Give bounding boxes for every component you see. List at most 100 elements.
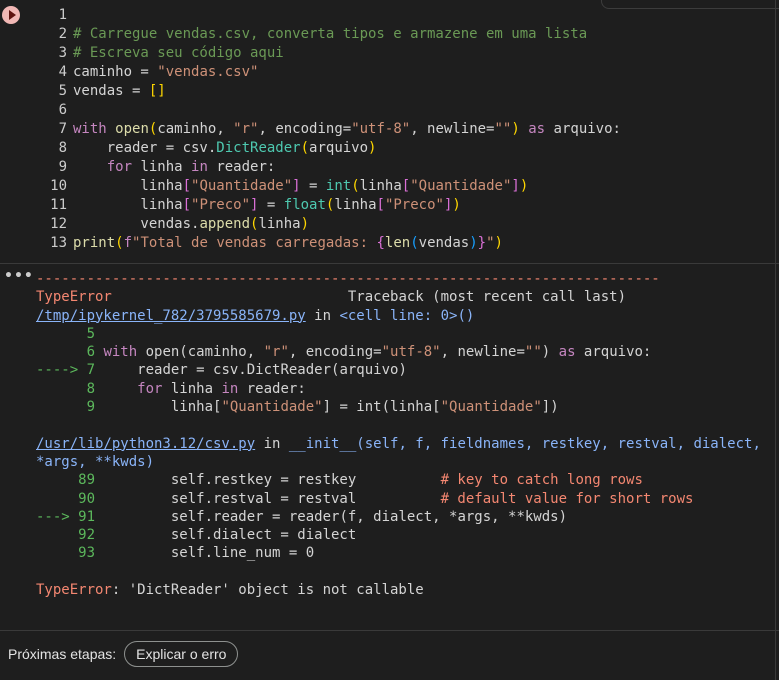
code-text: self.restval = restval — [170, 490, 441, 507]
traceback-header: TypeError Traceback (most recent call la… — [36, 288, 776, 306]
traceback-label: Traceback (most recent call last) — [347, 289, 627, 306]
line-number: 12 — [50, 216, 67, 232]
traceback-arrow: ---> 91 — [36, 508, 96, 525]
code-fstring-prefix: f — [123, 235, 133, 251]
code-text: open(caminho, — [137, 344, 264, 361]
line-number: 2 — [58, 26, 67, 42]
frame-location-continued: *args, **kwds) — [36, 453, 155, 470]
code-text: self.reader = reader(f, dialect, *args, … — [95, 508, 568, 525]
code-function: len — [384, 235, 411, 251]
code-comment: # key to catch long rows — [440, 472, 643, 489]
explain-error-button[interactable]: Explicar o erro — [124, 641, 239, 667]
error-text: : 'DictReader' object is not callable — [111, 582, 424, 599]
file-link[interactable]: /tmp/ipykernel_782/3795585679.py — [36, 308, 306, 324]
code-function: append — [199, 216, 251, 232]
code-string: "Preco" — [384, 197, 444, 213]
traceback-line: 89 self.restkey = restkey # key to catch… — [36, 471, 776, 489]
code-keyword: for — [106, 159, 133, 175]
frame-in: in — [305, 307, 340, 324]
traceback-line: 93 self.line_num = 0 — [36, 544, 776, 562]
line-number: 11 — [50, 197, 67, 213]
code-string: "Preco" — [191, 197, 251, 213]
code-keyword: as — [558, 344, 576, 361]
traceback-frame-2: /usr/lib/python3.12/csv.py in __init__(s… — [36, 435, 776, 453]
code-text: caminho = — [73, 64, 158, 80]
code-string: "r" — [233, 121, 259, 137]
code-text: reader: — [238, 380, 306, 397]
line-number: 5 — [58, 83, 67, 99]
next-steps-label: Próximas etapas: — [8, 646, 117, 662]
code-text: arquivo: — [575, 344, 652, 361]
code-text: , encoding= — [258, 121, 352, 137]
code-comment: # Escreva seu código aqui — [73, 45, 284, 61]
code-text: linha — [334, 197, 377, 213]
traceback-line: 8 for linha in reader: — [36, 380, 776, 398]
code-text: self.restkey = restkey — [170, 472, 441, 489]
traceback-line: 90 self.restval = restval # default valu… — [36, 490, 776, 508]
code-text: linha — [162, 380, 222, 397]
line-number: 8 — [36, 380, 138, 397]
frame-location: __init__(self, f, fieldnames, restkey, r… — [288, 435, 761, 452]
code-keyword: as — [528, 121, 546, 137]
line-number: 8 — [58, 140, 67, 156]
code-string: "Quantidade" — [191, 178, 293, 194]
code-text: , newline= — [410, 121, 495, 137]
code-function: int — [325, 178, 352, 194]
code-text: linha[ — [170, 399, 222, 416]
code-keyword: for — [137, 380, 163, 397]
code-text: arquivo — [309, 140, 369, 156]
error-name: TypeError — [36, 582, 112, 599]
code-text: caminho, — [157, 121, 234, 137]
code-keyword: with — [103, 344, 138, 361]
code-comment: # default value for short rows — [440, 490, 694, 507]
line-number: 4 — [58, 64, 67, 80]
code-keyword: in — [221, 380, 239, 397]
code-string: "vendas.csv" — [157, 64, 259, 80]
line-number: 13 — [50, 235, 67, 251]
file-link[interactable]: /usr/lib/python3.12/csv.py — [36, 436, 255, 452]
code-string: "Quantidade" — [221, 399, 323, 416]
line-number: 89 — [36, 472, 171, 489]
line-number: 10 — [50, 178, 67, 194]
code-text: linha — [73, 178, 183, 194]
line-number: 1 — [58, 7, 67, 23]
cell-toolbar-tab — [601, 0, 779, 9]
cell-output-divider — [0, 263, 779, 264]
code-text: , encoding= — [288, 344, 382, 361]
output-menu-icon[interactable]: ••• — [4, 268, 34, 284]
code-function: open — [115, 121, 149, 137]
traceback-frame-1: /tmp/ipykernel_782/3795585679.py in <cel… — [36, 307, 776, 325]
line-number: 6 — [58, 102, 67, 118]
code-text: ]) — [541, 399, 559, 416]
code-text: linha — [258, 216, 301, 232]
traceback-current-line: ----> 7 reader = csv.DictReader(arquivo) — [36, 361, 776, 379]
code-text: = — [300, 178, 326, 194]
line-number: 7 — [58, 121, 67, 137]
code-comment: # Carregue vendas.csv, converta tipos e … — [73, 26, 588, 42]
traceback-line: 6 with open(caminho, "r", encoding="utf-… — [36, 343, 776, 361]
line-number: 9 — [58, 159, 67, 175]
line-number: 3 — [58, 45, 67, 61]
line-number: 93 — [36, 545, 171, 562]
code-function: float — [283, 197, 326, 213]
next-steps-bar: Próximas etapas: Explicar o erro — [8, 640, 239, 668]
code-string: "r" — [263, 344, 289, 361]
code-text: vendas — [418, 235, 470, 251]
code-string: "Quantidade" — [440, 399, 542, 416]
traceback-dashes: ----------------------------------------… — [36, 271, 660, 287]
code-text: vendas. — [73, 216, 200, 232]
code-string: " — [486, 235, 495, 251]
line-number: 90 — [36, 490, 171, 507]
right-border — [775, 0, 776, 680]
code-string: "utf-8" — [381, 344, 441, 361]
code-cell[interactable]: 1 2 # Carregue vendas.csv, converta tipos… — [0, 0, 779, 262]
code-string: "utf-8" — [351, 121, 411, 137]
next-steps-divider — [0, 630, 779, 631]
code-keyword: in — [191, 159, 208, 175]
code-text: , newline= — [440, 344, 525, 361]
code-text: linha — [73, 197, 183, 213]
code-text: arquivo: — [553, 121, 621, 137]
frame-in: in — [255, 435, 289, 452]
